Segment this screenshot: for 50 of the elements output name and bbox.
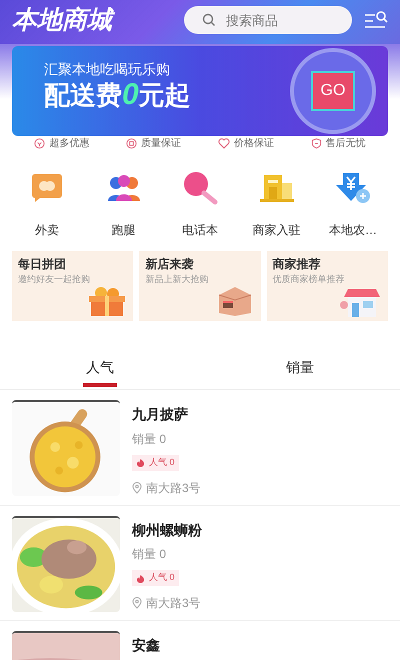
- location-pin-icon: [132, 482, 142, 494]
- guarantee-label: 超多优惠: [49, 136, 90, 151]
- promo-banner[interactable]: 汇聚本地吃喝玩乐购 配送费0元起 GO: [12, 46, 388, 136]
- tab[interactable]: 销量: [200, 345, 400, 389]
- flame-icon: [136, 574, 145, 582]
- popularity-tag: 人气 0: [132, 570, 179, 586]
- category-item[interactable]: 外卖: [12, 171, 82, 239]
- promo-card[interactable]: 商家推荐 优质商家榜单推荐: [266, 251, 388, 321]
- magnifier-icon: [182, 171, 218, 205]
- promo-subtitle: 邀约好友一起抢购: [18, 274, 91, 286]
- search-field[interactable]: 搜索商品: [184, 6, 352, 34]
- promo-subtitle: 优质商家榜单推荐: [272, 274, 346, 286]
- product-name: 安鑫: [132, 637, 160, 654]
- category-item[interactable]: 商家入驻: [242, 171, 312, 239]
- go-button[interactable]: GO: [310, 71, 356, 111]
- flame-icon: [136, 458, 145, 467]
- promo-subtitle: 新品上新大抢购: [145, 274, 210, 286]
- people-icon: [106, 174, 140, 202]
- tab[interactable]: 人气: [0, 345, 200, 389]
- popularity-tag: 人气 0: [132, 454, 179, 470]
- category-item[interactable]: 跑腿: [88, 171, 158, 239]
- menu-search-icon[interactable]: [364, 10, 388, 30]
- guarantee-label: 售后无忧: [326, 136, 366, 151]
- location-pin-icon: [132, 597, 142, 609]
- yuan-arrow-icon: [335, 171, 371, 205]
- sales-count: 销量 0: [132, 547, 168, 562]
- heart-icon: [218, 138, 230, 149]
- promo-card[interactable]: 新店来袭 新品上新大抢购: [139, 251, 261, 321]
- promo-card[interactable]: 每日拼团 邀约好友一起抢购: [12, 251, 134, 321]
- product-name: 柳州螺蛳粉: [132, 522, 202, 539]
- promo-title: 商家推荐: [272, 257, 322, 272]
- product-name: 九月披萨: [132, 406, 189, 424]
- banner-subtitle: 汇聚本地吃喝玩乐购: [44, 62, 171, 76]
- banner-headline: 配送费0元起: [44, 80, 191, 110]
- address: 南大路3号: [146, 595, 201, 612]
- address: 南大路3号: [146, 480, 201, 496]
- guarantee-label: 质量保证: [141, 136, 182, 151]
- building-icon: [258, 173, 296, 203]
- search-icon: [202, 13, 216, 27]
- chat-bubble-icon: [31, 173, 63, 203]
- promo-title: 每日拼团: [18, 257, 67, 272]
- category-item[interactable]: 电话本: [165, 171, 235, 239]
- page-title: 本地商城: [12, 8, 162, 32]
- category-item[interactable]: 本地农…: [318, 171, 388, 239]
- sales-count: 销量 0: [132, 432, 168, 446]
- shield-icon: [310, 138, 322, 149]
- badge-icon: [126, 138, 138, 149]
- guarantee-label: 价格保证: [234, 136, 274, 151]
- coupon-icon: [34, 138, 46, 149]
- promo-title: 新店来袭: [145, 257, 194, 272]
